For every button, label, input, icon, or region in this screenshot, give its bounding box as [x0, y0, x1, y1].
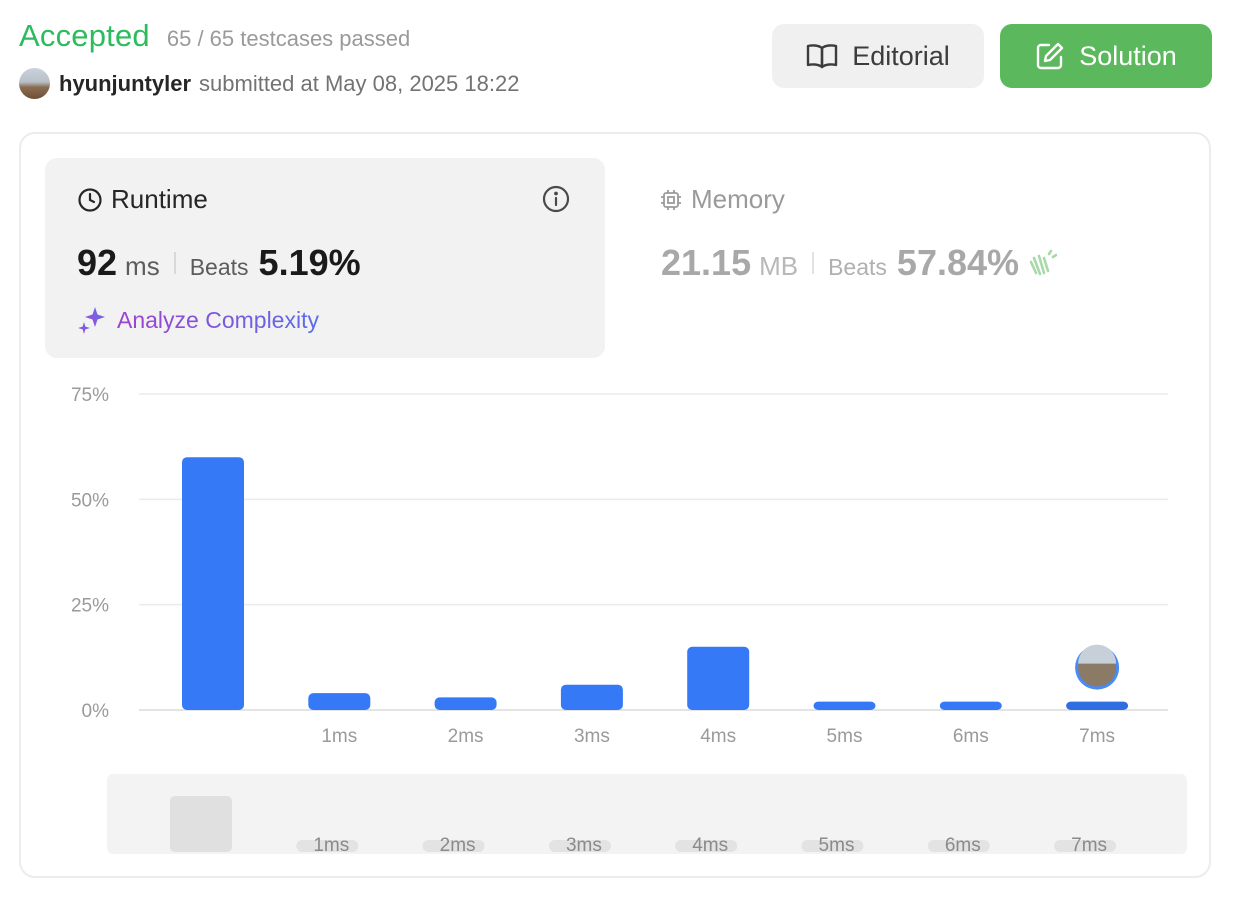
y-tick-label: 50% — [71, 490, 109, 511]
submitter-row: hyunjuntyler submitted at May 08, 2025 1… — [19, 68, 519, 99]
x-tick-label: 1ms — [321, 726, 357, 747]
navigator-label: 2ms — [440, 835, 476, 856]
navigator-label: 1ms — [313, 835, 349, 856]
accepted-status: Accepted — [19, 18, 150, 53]
result-panel: Runtime 92 ms Beats 5.19% Analyze Comple… — [19, 132, 1211, 878]
x-tick-label: 5ms — [827, 726, 863, 747]
y-tick-label: 0% — [82, 701, 110, 722]
runtime-distribution-chart: 75% 50% 25% 0% 1ms 2ms 3ms 4ms 5ms 6ms 7ms 1ms 2ms 3m… — [71, 385, 1168, 856]
chart-bar — [434, 697, 497, 710]
navigator-bar — [170, 796, 232, 852]
navigator-label: 7ms — [1071, 835, 1107, 856]
chart-bar — [687, 646, 750, 710]
x-tick-label: 6ms — [953, 726, 989, 747]
x-tick-label: 2ms — [448, 726, 484, 747]
x-tick-label: 4ms — [700, 726, 736, 747]
navigator-label: 6ms — [945, 835, 981, 856]
book-icon — [807, 44, 838, 69]
solution-button[interactable]: Solution — [1000, 24, 1212, 88]
editorial-label: Editorial — [852, 40, 950, 71]
user-marker-avatar-sky — [1078, 644, 1117, 664]
chart-bar — [939, 701, 1002, 710]
navigator-label: 4ms — [692, 835, 728, 856]
y-tick-label: 25% — [71, 596, 109, 617]
avatar[interactable] — [19, 68, 50, 99]
status-row: Accepted 65 / 65 testcases passed — [19, 18, 410, 54]
chart-bar — [308, 693, 371, 710]
x-tick-label: 3ms — [574, 726, 610, 747]
submitted-time: submitted at May 08, 2025 18:22 — [199, 70, 520, 96]
chart-bar — [1066, 701, 1129, 710]
navigator-label: 5ms — [819, 835, 855, 856]
x-tick-label: 7ms — [1079, 726, 1115, 747]
chart-bar — [813, 701, 876, 710]
solution-label: Solution — [1079, 40, 1177, 71]
testcases-passed: 65 / 65 testcases passed — [166, 26, 411, 51]
chart-bar — [560, 684, 623, 710]
edit-icon — [1037, 42, 1064, 70]
navigator-label: 3ms — [566, 835, 602, 856]
y-tick-label: 75% — [71, 385, 109, 406]
username-link[interactable]: hyunjuntyler — [59, 71, 191, 97]
chart-bar — [182, 457, 244, 710]
editorial-button[interactable]: Editorial — [772, 24, 984, 88]
